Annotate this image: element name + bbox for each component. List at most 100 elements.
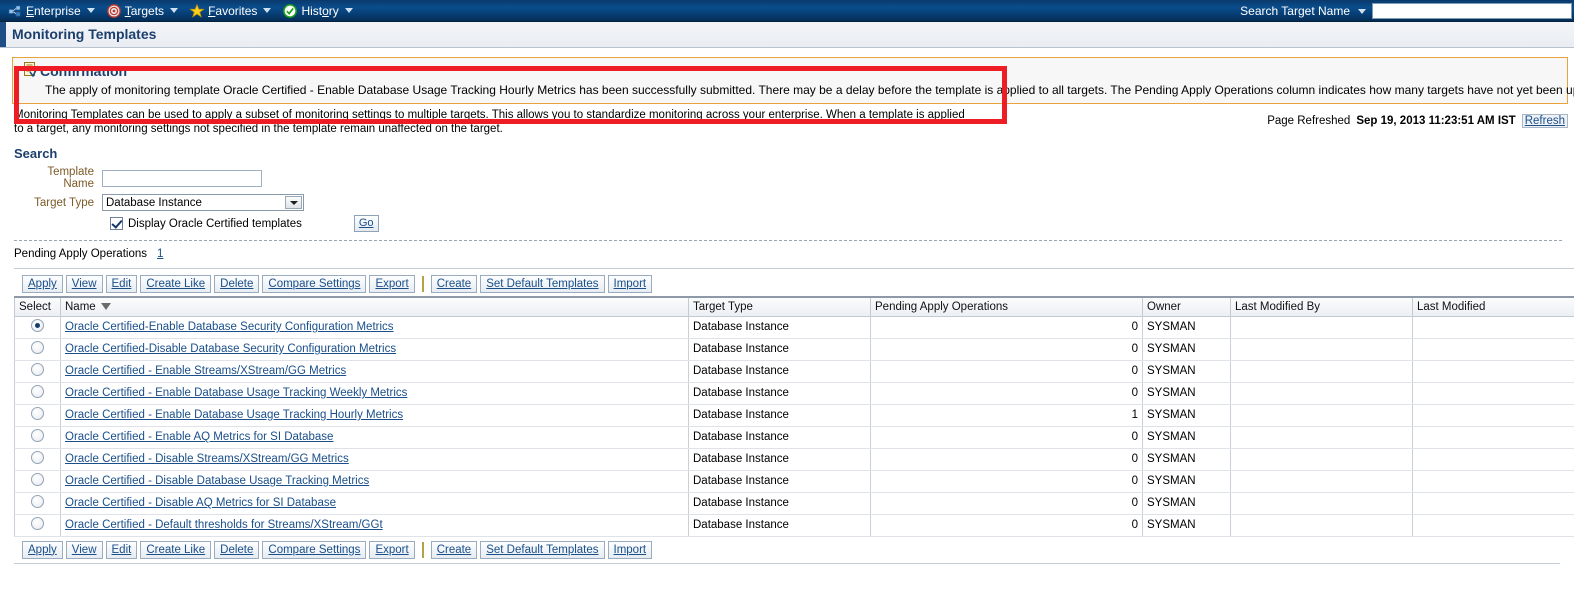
row-target-type-cell: Database Instance [688, 403, 871, 427]
toolbar-button-create-like[interactable]: Create Like [140, 275, 212, 293]
row-radio-button[interactable] [31, 495, 44, 508]
row-radio-button[interactable] [31, 341, 44, 354]
row-select-cell[interactable] [14, 315, 61, 339]
pending-apply-operations-count[interactable]: 1 [157, 248, 163, 260]
chevron-down-icon[interactable] [285, 196, 302, 209]
target-type-select[interactable]: Database Instance [102, 194, 304, 211]
toolbar-button-view[interactable]: View [65, 275, 103, 293]
row-pending-cell: 0 [870, 425, 1143, 449]
toolbar-button-delete[interactable]: Delete [214, 540, 260, 559]
chevron-down-icon[interactable] [263, 8, 272, 13]
template-name-link[interactable]: Oracle Certified - Enable Streams/XStrea… [65, 365, 346, 377]
row-owner-cell: SYSMAN [1142, 425, 1231, 449]
row-radio-button[interactable] [31, 473, 44, 486]
toolbar-button-apply[interactable]: Apply [22, 275, 63, 293]
row-owner-cell: SYSMAN [1142, 337, 1231, 361]
table-row[interactable]: Oracle Certified - Disable AQ Metrics fo… [14, 491, 1574, 515]
toolbar-button-create[interactable]: Create [430, 275, 478, 293]
chevron-down-icon[interactable] [1358, 8, 1366, 14]
column-header-select[interactable]: Select [14, 296, 61, 317]
toolbar-button-set-default-templates[interactable]: Set Default Templates [480, 275, 605, 293]
row-radio-button[interactable] [31, 385, 44, 398]
search-panel: Search Template Name Target Type Databas… [14, 146, 1562, 241]
column-header-target-type[interactable]: Target Type [688, 296, 871, 317]
toolbar-button-create[interactable]: Create [430, 540, 478, 559]
toolbar-button-create-like[interactable]: Create Like [140, 540, 212, 559]
nav-item-targets[interactable]: Targets [103, 1, 186, 21]
row-select-cell[interactable] [14, 491, 61, 515]
confirmation-title: Confirmation [40, 63, 128, 79]
chevron-down-icon[interactable] [86, 8, 95, 13]
table-row[interactable]: Oracle Certified - Disable Database Usag… [14, 469, 1574, 493]
row-last-modified-by-cell [1230, 315, 1413, 339]
nav-item-enterprise[interactable]: Enterprise [4, 1, 103, 21]
template-name-link[interactable]: Oracle Certified-Disable Database Securi… [65, 343, 396, 355]
sort-desc-icon[interactable] [100, 303, 111, 311]
template-name-link[interactable]: Oracle Certified - Enable Database Usage… [65, 409, 403, 421]
toolbar-button-import[interactable]: Import [607, 540, 653, 559]
row-select-cell[interactable] [14, 447, 61, 471]
row-radio-button[interactable] [31, 451, 44, 464]
row-name-cell: Oracle Certified - Disable AQ Metrics fo… [60, 491, 689, 515]
table-row[interactable]: Oracle Certified - Enable Database Usage… [14, 381, 1574, 405]
row-last-modified-cell [1412, 315, 1574, 339]
column-header-pending-apply-operations[interactable]: Pending Apply Operations [870, 296, 1143, 317]
chevron-down-icon[interactable] [170, 8, 179, 13]
template-name-link[interactable]: Oracle Certified - Default thresholds fo… [65, 519, 383, 531]
row-radio-button[interactable] [31, 363, 44, 376]
row-pending-cell: 0 [870, 337, 1143, 361]
table-row[interactable]: Oracle Certified - Default thresholds fo… [14, 513, 1574, 537]
row-select-cell[interactable] [14, 469, 61, 493]
toolbar-button-apply[interactable]: Apply [22, 540, 63, 559]
go-button[interactable]: Go [353, 215, 379, 232]
row-select-cell[interactable] [14, 337, 61, 361]
toolbar-button-edit[interactable]: Edit [105, 540, 138, 559]
row-select-cell[interactable] [14, 513, 61, 537]
row-name-cell: Oracle Certified - Disable Streams/XStre… [60, 447, 689, 471]
column-header-last-modified[interactable]: Last Modified [1412, 296, 1574, 317]
table-row[interactable]: Oracle Certified - Enable AQ Metrics for… [14, 425, 1574, 449]
row-target-type-cell: Database Instance [688, 381, 871, 405]
row-select-cell[interactable] [14, 359, 61, 383]
template-name-link[interactable]: Oracle Certified-Enable Database Securit… [65, 321, 394, 333]
row-last-modified-by-cell [1230, 491, 1413, 515]
toolbar-button-view[interactable]: View [65, 540, 103, 559]
template-name-link[interactable]: Oracle Certified - Disable Database Usag… [65, 475, 369, 487]
template-name-link[interactable]: Oracle Certified - Enable AQ Metrics for… [65, 431, 333, 443]
row-select-cell[interactable] [14, 381, 61, 405]
nav-item-favorites[interactable]: Favorites [186, 1, 279, 21]
toolbar-button-export[interactable]: Export [369, 540, 415, 559]
table-row[interactable]: Oracle Certified-Enable Database Securit… [14, 315, 1574, 339]
row-radio-button[interactable] [31, 429, 44, 442]
row-select-cell[interactable] [14, 425, 61, 449]
toolbar-button-compare-settings[interactable]: Compare Settings [262, 275, 367, 293]
row-radio-button[interactable] [31, 319, 44, 332]
template-name-link[interactable]: Oracle Certified - Disable Streams/XStre… [65, 453, 349, 465]
column-header-name[interactable]: Name [60, 296, 689, 317]
template-name-input[interactable] [102, 169, 262, 187]
toolbar-button-set-default-templates[interactable]: Set Default Templates [480, 540, 605, 559]
table-row[interactable]: Oracle Certified - Disable Streams/XStre… [14, 447, 1574, 471]
toolbar-button-export[interactable]: Export [369, 275, 415, 293]
table-row[interactable]: Oracle Certified - Enable Streams/XStrea… [14, 359, 1574, 383]
table-row[interactable]: Oracle Certified-Disable Database Securi… [14, 337, 1574, 361]
column-header-owner[interactable]: Owner [1142, 296, 1231, 317]
template-name-link[interactable]: Oracle Certified - Enable Database Usage… [65, 387, 407, 399]
row-owner-cell: SYSMAN [1142, 359, 1231, 383]
chevron-down-icon[interactable] [344, 8, 353, 13]
toolbar-button-edit[interactable]: Edit [105, 275, 138, 293]
column-header-last-modified-by[interactable]: Last Modified By [1230, 296, 1413, 317]
row-radio-button[interactable] [31, 407, 44, 420]
table-row[interactable]: Oracle Certified - Enable Database Usage… [14, 403, 1574, 427]
toolbar-button-compare-settings[interactable]: Compare Settings [262, 540, 367, 559]
refresh-button[interactable]: Refresh [1521, 114, 1568, 128]
row-radio-button[interactable] [31, 517, 44, 530]
row-select-cell[interactable] [14, 403, 61, 427]
toolbar-button-import[interactable]: Import [607, 275, 653, 293]
template-name-link[interactable]: Oracle Certified - Disable AQ Metrics fo… [65, 497, 336, 509]
display-oracle-certified-checkbox[interactable] [110, 217, 123, 230]
toolbar-button-delete[interactable]: Delete [214, 275, 260, 293]
search-target-name-input[interactable] [1372, 3, 1572, 19]
nav-item-history[interactable]: History [279, 1, 360, 21]
display-oracle-certified-row: Display Oracle Certified templates Go [110, 215, 1562, 232]
